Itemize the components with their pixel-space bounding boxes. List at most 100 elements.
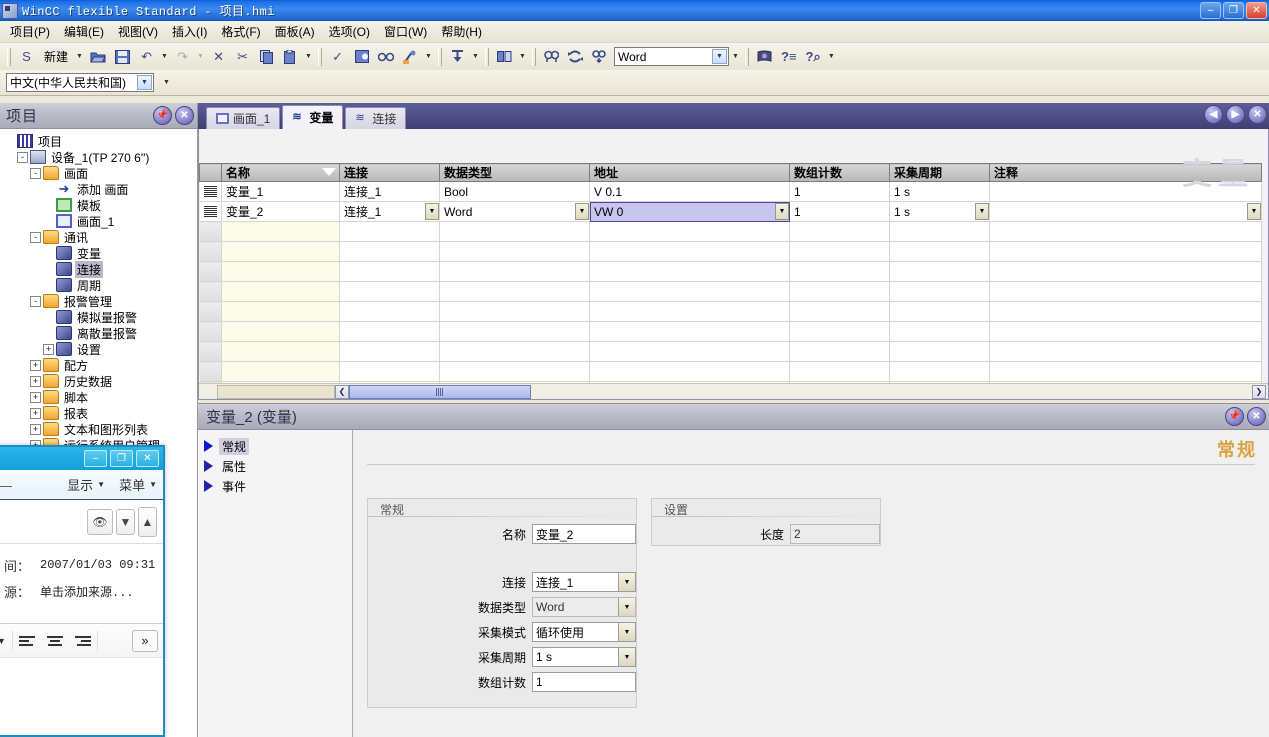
tab-变量[interactable]: ≋ 变量: [282, 105, 344, 129]
tab-画面_1[interactable]: 画面_1: [206, 107, 281, 129]
cell-empty[interactable]: [789, 221, 890, 242]
chevron-down-icon[interactable]: ▼: [975, 203, 989, 220]
check-consistency-icon[interactable]: ✓: [326, 46, 349, 68]
restore-button[interactable]: ❐: [1223, 2, 1244, 19]
float-close-button[interactable]: ✕: [136, 450, 159, 467]
find-icon[interactable]: [540, 46, 563, 68]
menu-item-7[interactable]: 窗口(W): [377, 20, 434, 43]
runtime-icon[interactable]: [374, 46, 398, 68]
row-selector[interactable]: [199, 301, 222, 322]
collapse-icon[interactable]: -: [30, 295, 41, 307]
cell-empty[interactable]: [339, 261, 440, 282]
menu-item-6[interactable]: 选项(O): [322, 20, 377, 43]
cell-empty[interactable]: [439, 221, 590, 242]
scroll-thumb[interactable]: [349, 384, 531, 399]
save-icon[interactable]: [111, 46, 134, 68]
column-header-名称[interactable]: 名称: [221, 163, 340, 182]
field-input-采集周期[interactable]: 1 s ▼: [532, 647, 636, 667]
cell-empty[interactable]: [589, 281, 790, 302]
new-icon[interactable]: S: [15, 46, 38, 68]
tree-item-5[interactable]: 画面_1: [4, 213, 197, 229]
cell-empty[interactable]: [889, 321, 990, 342]
cell-empty[interactable]: [439, 281, 590, 302]
dropdown-caret-icon[interactable]: ▼: [0, 636, 6, 646]
row-selector[interactable]: [199, 361, 222, 382]
datatype-dropdown-icon[interactable]: ▼: [730, 46, 741, 68]
cell-empty[interactable]: [221, 321, 340, 342]
expand-icon[interactable]: +: [30, 375, 41, 387]
expand-icon[interactable]: +: [43, 343, 54, 355]
cell-empty[interactable]: [789, 281, 890, 302]
cell-empty[interactable]: [789, 321, 890, 342]
tree-item-16[interactable]: + 脚本: [4, 389, 197, 405]
help-search-icon[interactable]: ?⌕: [802, 46, 825, 68]
field-input-长度[interactable]: 2: [790, 524, 880, 544]
cell-empty[interactable]: [589, 221, 790, 242]
cell-empty[interactable]: [339, 361, 440, 382]
menu-item-2[interactable]: 视图(V): [111, 20, 165, 43]
tree-item-10[interactable]: - 报警管理: [4, 293, 197, 309]
cell-empty[interactable]: [221, 221, 340, 242]
tree-item-2[interactable]: - 画面: [4, 165, 197, 181]
new-dropdown-icon[interactable]: ▼: [74, 46, 85, 68]
expand-icon[interactable]: +: [30, 391, 41, 403]
table-row-empty[interactable]: [199, 261, 1262, 282]
close-icon[interactable]: ✕: [175, 106, 194, 125]
expand-icon[interactable]: +: [30, 407, 41, 419]
collapse-icon[interactable]: -: [30, 167, 41, 179]
tree-item-1[interactable]: - 设备_1(TP 270 6''): [4, 149, 197, 165]
cell-empty[interactable]: [989, 221, 1262, 242]
chevron-down-icon[interactable]: ▼: [775, 203, 789, 220]
cell-combo[interactable]: VW 0 ▼: [594, 203, 789, 221]
chevron-down-icon[interactable]: ▼: [425, 203, 439, 220]
cell-empty[interactable]: [339, 221, 440, 242]
scroll-left-button[interactable]: ❮: [335, 384, 349, 399]
cell-empty[interactable]: [589, 241, 790, 262]
cell-empty[interactable]: [221, 281, 340, 302]
tree-item-18[interactable]: + 文本和图形列表: [4, 421, 197, 437]
cell-empty[interactable]: [221, 341, 340, 362]
download-dropdown-icon[interactable]: ▼: [470, 46, 481, 68]
cell-empty[interactable]: [439, 341, 590, 362]
chevron-down-icon[interactable]: ▼: [618, 623, 635, 641]
float-menu-display[interactable]: 显示 ▼: [67, 475, 105, 494]
row-selector[interactable]: [199, 261, 222, 282]
tree-item-15[interactable]: + 历史数据: [4, 373, 197, 389]
row-selector[interactable]: [199, 281, 222, 302]
column-header-采集周期[interactable]: 采集周期: [889, 163, 990, 182]
cell-combo[interactable]: Word ▼: [444, 203, 589, 221]
help-dropdown-icon[interactable]: ▼: [826, 46, 837, 68]
cell-empty[interactable]: [221, 241, 340, 262]
cell-empty[interactable]: [339, 341, 440, 362]
float-menu-menu[interactable]: 菜单 ▼: [119, 475, 157, 494]
cell-注释[interactable]: [989, 181, 1262, 202]
open-icon[interactable]: [86, 46, 110, 68]
cell-地址[interactable]: VW 0 ▼: [589, 201, 790, 222]
cell-empty[interactable]: [989, 301, 1262, 322]
chevron-down-icon[interactable]: ▼: [575, 203, 589, 220]
help-index-icon[interactable]: ?≡: [777, 46, 801, 68]
field-input-数组计数[interactable]: 1: [532, 672, 636, 692]
tab-next-button[interactable]: ▶: [1226, 105, 1245, 124]
cell-empty[interactable]: [589, 261, 790, 282]
scroll-right-button[interactable]: ❯: [1252, 384, 1266, 399]
cell-采集周期[interactable]: 1 s ▼: [889, 201, 990, 222]
cell-empty[interactable]: [789, 341, 890, 362]
cell-combo[interactable]: ▼: [994, 203, 1261, 221]
cell-数据类型[interactable]: Word ▼: [439, 201, 590, 222]
paste-dropdown-icon[interactable]: ▼: [303, 46, 314, 68]
new-button[interactable]: 新建: [39, 46, 73, 68]
cell-empty[interactable]: [789, 361, 890, 382]
field-input-数据类型[interactable]: Word ▼: [532, 597, 636, 617]
cell-empty[interactable]: [439, 241, 590, 262]
float-restore-button[interactable]: ❐: [110, 450, 133, 467]
row-selector[interactable]: [199, 241, 222, 262]
tree-item-14[interactable]: + 配方: [4, 357, 197, 373]
cell-empty[interactable]: [339, 241, 440, 262]
menu-item-1[interactable]: 编辑(E): [57, 20, 111, 43]
close-button[interactable]: ✕: [1246, 2, 1267, 19]
table-row[interactable]: 变量_2 连接_1 ▼ Word ▼ VW 0 ▼ 1 1 s ▼ ▼: [199, 201, 1262, 222]
cell-数据类型[interactable]: Bool: [439, 181, 590, 202]
collapse-icon[interactable]: -: [17, 151, 28, 163]
field-input-采集模式[interactable]: 循环使用 ▼: [532, 622, 636, 642]
